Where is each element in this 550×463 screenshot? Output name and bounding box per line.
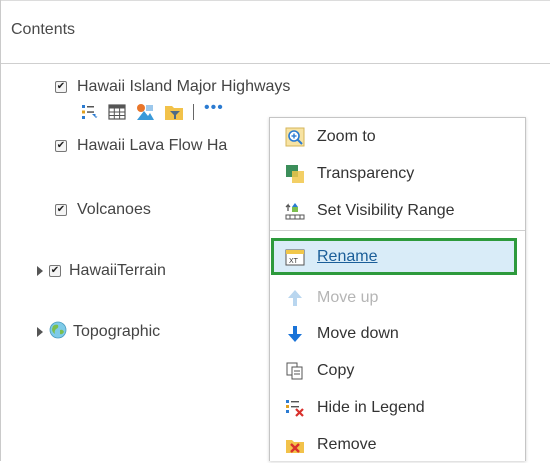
menu-item-remove[interactable]: Remove	[270, 426, 525, 463]
layer-row-terrain[interactable]: ✔ HawaiiTerrain	[37, 259, 166, 283]
menu-label-hide-in-legend: Hide in Legend	[317, 398, 425, 416]
menu-label-visibility-range: Set Visibility Range	[317, 201, 455, 219]
legend-icon[interactable]	[81, 103, 99, 121]
svg-text:XT: XT	[289, 258, 299, 265]
menu-label-move-up: Move up	[317, 288, 379, 306]
contents-title: Contents	[11, 21, 76, 38]
menu-label-remove: Remove	[317, 435, 377, 453]
arrow-up-icon	[283, 286, 307, 310]
transparency-icon	[283, 162, 307, 186]
menu-label-zoom-to: Zoom to	[317, 127, 376, 145]
layer-checkbox-highways[interactable]: ✔	[55, 81, 67, 93]
menu-label-transparency: Transparency	[317, 164, 415, 182]
expand-arrow-icon[interactable]	[37, 266, 43, 276]
arrow-down-icon	[283, 322, 307, 346]
table-icon[interactable]	[108, 104, 126, 120]
left-border	[0, 0, 1, 461]
menu-item-hide-in-legend[interactable]: Hide in Legend	[270, 389, 525, 426]
menu-item-zoom-to[interactable]: Zoom to	[270, 118, 525, 155]
layer-row-lava-flow[interactable]: ✔ Hawaii Lava Flow Ha	[55, 134, 227, 158]
rename-icon: XT	[283, 245, 307, 269]
menu-label-move-down: Move down	[317, 324, 399, 342]
layer-checkbox-lava-flow[interactable]: ✔	[55, 140, 67, 152]
globe-icon	[49, 321, 67, 344]
more-options-icon[interactable]: •••	[204, 100, 224, 116]
layer-checkbox-volcanoes[interactable]: ✔	[55, 204, 67, 216]
copy-icon	[283, 359, 307, 383]
tool-separator	[193, 104, 194, 120]
layer-tools: •••	[81, 100, 224, 123]
contents-header: Contents	[1, 1, 550, 64]
menu-separator	[270, 230, 525, 231]
zoom-to-icon	[283, 125, 307, 149]
menu-item-rename[interactable]: XT Rename	[271, 238, 517, 275]
layer-row-topographic[interactable]: Topographic	[37, 320, 160, 344]
filter-icon[interactable]	[164, 103, 184, 121]
layer-row-highways[interactable]: ✔ Hawaii Island Major Highways	[55, 75, 290, 99]
expand-arrow-icon[interactable]	[37, 327, 43, 337]
layer-row-volcanoes[interactable]: ✔ Volcanoes	[55, 198, 151, 222]
menu-item-move-up: Move up	[270, 279, 525, 316]
menu-label-copy: Copy	[317, 361, 355, 379]
layer-label-terrain[interactable]: HawaiiTerrain	[69, 262, 166, 280]
visibility-range-icon	[283, 199, 307, 223]
layer-label-volcanoes[interactable]: Volcanoes	[77, 201, 151, 219]
change-style-icon[interactable]	[135, 103, 155, 121]
hide-legend-icon	[283, 396, 307, 420]
layer-label-topographic[interactable]: Topographic	[73, 323, 160, 341]
layer-label-highways[interactable]: Hawaii Island Major Highways	[77, 78, 290, 96]
menu-item-visibility-range[interactable]: Set Visibility Range	[270, 192, 525, 229]
layer-label-lava-flow[interactable]: Hawaii Lava Flow Ha	[77, 137, 227, 155]
menu-item-transparency[interactable]: Transparency	[270, 155, 525, 192]
layer-context-menu: Zoom to Transparency Set Visibility Rang…	[269, 117, 526, 461]
menu-label-rename: Rename	[317, 247, 378, 265]
menu-item-copy[interactable]: Copy	[270, 352, 525, 389]
menu-item-move-down[interactable]: Move down	[270, 315, 525, 352]
remove-icon	[283, 433, 307, 457]
layer-checkbox-terrain[interactable]: ✔	[49, 265, 61, 277]
